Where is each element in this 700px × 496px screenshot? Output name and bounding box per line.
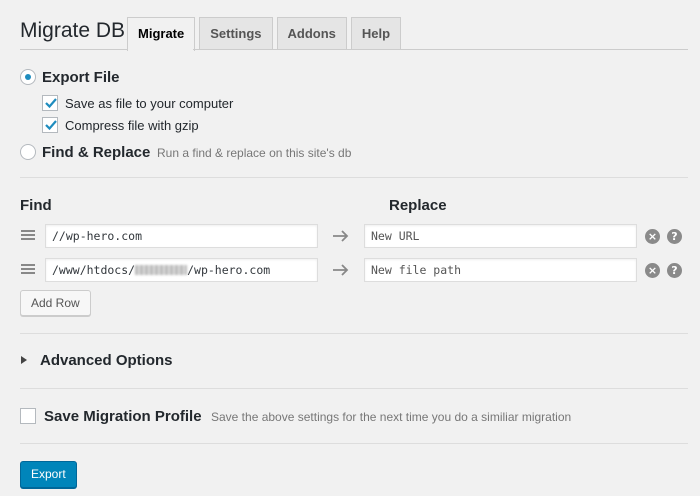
help-icon[interactable]: ? xyxy=(667,263,682,278)
export-file-label[interactable]: Export File xyxy=(42,69,120,86)
export-button[interactable]: Export xyxy=(20,461,77,488)
tab-bar: Migrate Settings Addons Help xyxy=(127,17,405,51)
redacted-path xyxy=(135,264,188,275)
advanced-options-toggle[interactable]: Advanced Options xyxy=(40,352,173,369)
save-as-file-label[interactable]: Save as file to your computer xyxy=(65,96,233,111)
triangle-right-icon[interactable] xyxy=(21,356,27,364)
remove-icon[interactable]: × xyxy=(645,229,660,244)
save-profile-checkbox[interactable] xyxy=(20,408,36,424)
find-replace-hint: Run a find & replace on this site's db xyxy=(157,146,352,160)
divider xyxy=(20,388,688,389)
save-as-file-checkbox[interactable] xyxy=(42,95,58,111)
save-profile-hint: Save the above settings for the next tim… xyxy=(211,410,572,424)
divider xyxy=(20,443,688,444)
find-input[interactable]: /www/htdocs//wp-hero.com xyxy=(45,258,318,282)
compress-checkbox[interactable] xyxy=(42,117,58,133)
tab-settings[interactable]: Settings xyxy=(199,17,273,50)
tab-help[interactable]: Help xyxy=(350,17,402,50)
compress-label[interactable]: Compress file with gzip xyxy=(65,118,199,133)
checkmark-icon xyxy=(45,98,57,109)
replace-input[interactable]: New URL xyxy=(364,224,637,248)
tabs-divider xyxy=(20,49,688,50)
save-profile-label[interactable]: Save Migration Profile xyxy=(44,408,202,425)
checkmark-icon xyxy=(45,120,57,131)
divider xyxy=(20,333,688,334)
find-input[interactable]: //wp-hero.com xyxy=(45,224,318,248)
arrow-right-icon xyxy=(333,230,349,242)
arrow-right-icon xyxy=(333,264,349,276)
export-file-radio[interactable] xyxy=(20,69,36,85)
replace-input[interactable]: New file path xyxy=(364,258,637,282)
drag-handle-icon[interactable] xyxy=(21,230,35,242)
drag-handle-icon[interactable] xyxy=(21,264,35,276)
add-row-button[interactable]: Add Row xyxy=(20,290,91,316)
divider xyxy=(20,177,688,178)
find-replace-label[interactable]: Find & Replace xyxy=(42,144,150,161)
replace-heading: Replace xyxy=(389,197,447,214)
help-icon[interactable]: ? xyxy=(667,229,682,244)
tab-migrate[interactable]: Migrate xyxy=(127,17,196,51)
find-replace-radio[interactable] xyxy=(20,144,36,160)
page-title: Migrate DB xyxy=(20,19,126,42)
tab-addons[interactable]: Addons xyxy=(276,17,347,50)
find-heading: Find xyxy=(20,197,52,214)
remove-icon[interactable]: × xyxy=(645,263,660,278)
